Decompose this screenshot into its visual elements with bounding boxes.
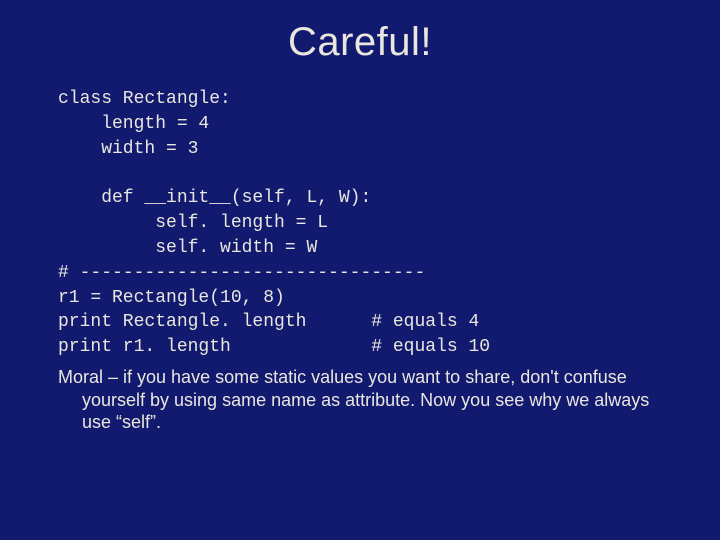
code-line: def __init__(self, L, W): (58, 188, 371, 208)
code-line: self. length = L (58, 213, 328, 233)
code-line: print r1. length # equals 10 (58, 337, 490, 357)
code-block: class Rectangle: length = 4 width = 3 de… (58, 87, 680, 360)
slide: Careful! class Rectangle: length = 4 wid… (0, 0, 720, 540)
code-line: class Rectangle: (58, 89, 231, 109)
moral-text: Moral – if you have some static values y… (58, 366, 662, 434)
code-line: # -------------------------------- (58, 263, 425, 283)
code-line: self. width = W (58, 238, 317, 258)
code-line: width = 3 (58, 139, 198, 159)
code-line: r1 = Rectangle(10, 8) (58, 288, 285, 308)
code-line: print Rectangle. length # equals 4 (58, 312, 479, 332)
slide-title: Careful! (40, 20, 680, 65)
code-line: length = 4 (58, 114, 209, 134)
